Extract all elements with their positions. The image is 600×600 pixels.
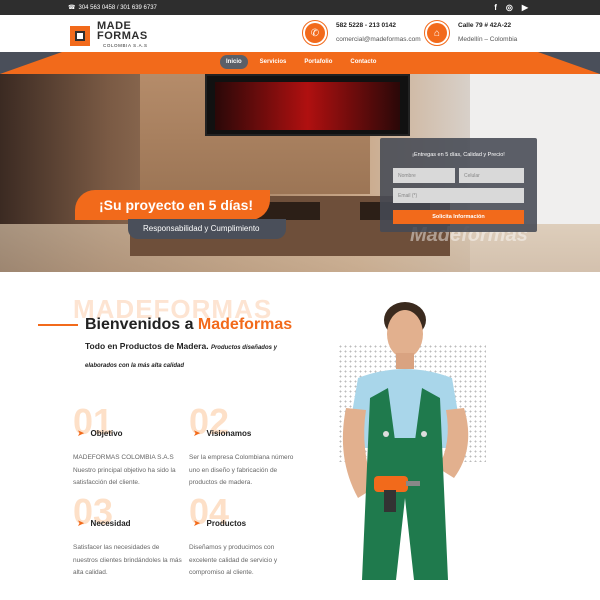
arrow-icon: ➤: [193, 428, 201, 438]
intro-text: Todo en Productos de Madera. Productos d…: [85, 338, 295, 374]
logo-mark-icon: [70, 24, 94, 48]
feature-desc: MADEFORMAS COLOMBIA S.A.S Nuestro princi…: [73, 454, 176, 486]
feature-title: Necesidad: [90, 519, 131, 528]
youtube-icon[interactable]: ▶: [522, 3, 528, 12]
hero-subslogan-text: Responsabilidad y Cumplimiento: [143, 224, 260, 233]
arrow-icon: ➤: [77, 428, 85, 438]
welcome-highlight: Madeformas: [197, 316, 293, 333]
feature-title: Objetivo: [90, 429, 123, 438]
social-links: f ◎ ▶: [494, 3, 528, 12]
instagram-icon[interactable]: ◎: [506, 3, 513, 12]
welcome-heading: Bienvenidos a Madeformas: [85, 316, 292, 334]
nav-portafolio[interactable]: Portafolio: [298, 55, 338, 69]
phone-icon: ✆: [305, 23, 325, 43]
logo-sub: COLOMBIA S.A.S: [103, 43, 148, 48]
logo-line2: FORMAS: [97, 30, 148, 42]
top-phones-text: 304 563 0458 / 301 639 6737: [78, 4, 157, 11]
nav-servicios[interactable]: Servicios: [254, 55, 293, 69]
quote-form: ¡Entregas en 5 días, Calidad y Precio! N…: [380, 138, 537, 232]
header: MADE FORMAS COLOMBIA S.A.S ✆ 582 5228 - …: [0, 15, 600, 52]
name-input[interactable]: Nombre: [393, 168, 455, 183]
hero-subslogan: Responsabilidad y Cumplimiento: [128, 219, 286, 239]
nav-contacto[interactable]: Contacto: [344, 55, 382, 69]
title-accent-line: [38, 324, 78, 326]
contact-city: Medellín – Colombia: [458, 36, 518, 43]
feature-visionamos: 02 ➤ Visionamos Ser la empresa Colombiana…: [189, 404, 299, 487]
tv-image: [205, 74, 410, 136]
feature-objetivo: 01 ➤ Objetivo MADEFORMAS COLOMBIA S.A.S N…: [73, 404, 183, 487]
hero-slogan-text: ¡Su proyecto en 5 días!: [99, 197, 254, 213]
submit-button[interactable]: Solicita Información: [393, 210, 524, 224]
welcome-prefix: Bienvenidos a: [85, 316, 198, 333]
arrow-icon: ➤: [77, 518, 85, 528]
facebook-icon[interactable]: f: [494, 3, 497, 12]
home-icon: ⌂: [427, 23, 447, 43]
main-nav: Inicio Servicios Portafolio Contacto: [0, 52, 600, 74]
email-input[interactable]: Email (*): [393, 188, 524, 203]
feature-productos: 04 ➤ Productos Diseñamos y producimos con…: [189, 494, 299, 577]
intro-bold: Todo en Productos de Madera.: [85, 341, 209, 351]
feature-desc: Ser la empresa Colombiana número uno en …: [189, 454, 294, 486]
feature-desc: Satisfacer las necesidades de nuestros c…: [73, 544, 182, 576]
nav-inicio[interactable]: Inicio: [220, 55, 248, 69]
logo[interactable]: MADE FORMAS COLOMBIA S.A.S: [70, 21, 148, 51]
contact-phone: ✆ 582 5228 - 213 0142 comercial@madeform…: [302, 19, 421, 47]
contact-phones: 582 5228 - 213 0142: [336, 22, 396, 29]
phone-icon: ☎: [68, 5, 76, 11]
feature-necesidad: 03 ➤ Necesidad Satisfacer las necesidades…: [73, 494, 183, 577]
form-title: ¡Entregas en 5 días, Calidad y Precio!: [412, 152, 505, 158]
top-bar: ☎ 304 563 0458 / 301 639 6737 f ◎ ▶: [0, 0, 600, 15]
contact-address: ⌂ Calle 79 # 42A-22 Medellín – Colombia: [424, 19, 517, 47]
top-phones: ☎ 304 563 0458 / 301 639 6737: [68, 4, 157, 12]
hero-slogan: ¡Su proyecto en 5 días!: [75, 190, 270, 220]
worker-image: [342, 302, 469, 580]
feature-title: Visionamos: [206, 429, 252, 438]
arrow-icon: ➤: [193, 518, 201, 528]
feature-desc: Diseñamos y producimos con excelente cal…: [189, 544, 278, 576]
phone-input[interactable]: Celular: [459, 168, 524, 183]
contact-email[interactable]: comercial@madeformas.com: [336, 33, 421, 47]
contact-street: Calle 79 # 42A-22: [458, 22, 512, 29]
feature-title: Productos: [206, 519, 247, 528]
